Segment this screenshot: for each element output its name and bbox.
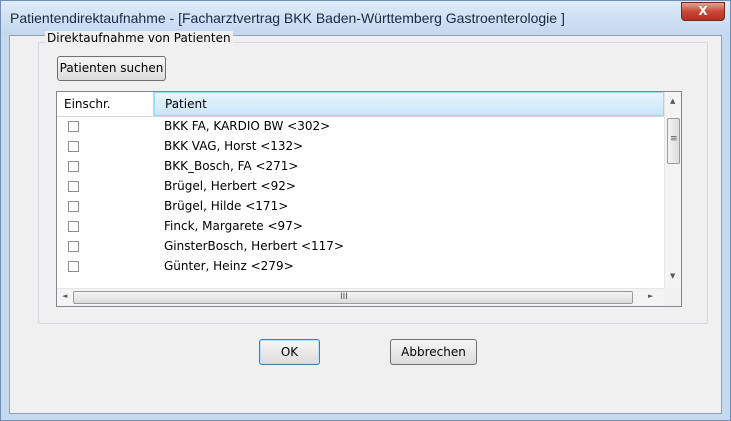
scrollbar-corner [664, 288, 681, 306]
horizontal-scroll-thumb[interactable]: III [73, 291, 633, 304]
grip-icon: ≡ [670, 134, 678, 144]
patient-list[interactable]: Einschr. Patient BKK FA, KARDIO BW <302>… [56, 91, 682, 307]
horizontal-scrollbar[interactable]: ◄ III ► [57, 288, 664, 306]
patient-name: Günter, Heinz <279> [164, 259, 294, 273]
window-title: Patientendirektaufnahme - [Facharztvertr… [10, 10, 565, 26]
search-patients-button[interactable]: Patienten suchen [57, 56, 166, 81]
restriction-checkbox[interactable] [68, 161, 79, 172]
restriction-checkbox[interactable] [68, 261, 79, 272]
column-header-patient[interactable]: Patient [154, 92, 664, 116]
patient-name: BKK VAG, Horst <132> [164, 139, 304, 153]
restriction-checkbox[interactable] [68, 141, 79, 152]
list-item[interactable]: BKK FA, KARDIO BW <302> [57, 117, 664, 137]
cancel-button[interactable]: Abbrechen [390, 339, 477, 365]
restriction-checkbox[interactable] [68, 121, 79, 132]
grip-icon: III [340, 292, 348, 302]
restriction-checkbox[interactable] [68, 241, 79, 252]
column-header-restriction[interactable]: Einschr. [57, 92, 154, 116]
restriction-checkbox[interactable] [68, 181, 79, 192]
scroll-right-icon[interactable]: ► [648, 292, 653, 300]
list-item[interactable]: BKK VAG, Horst <132> [57, 137, 664, 157]
ok-button[interactable]: OK [259, 339, 320, 365]
list-item[interactable]: Finck, Margarete <97> [57, 217, 664, 237]
group-label: Direktaufnahme von Patienten [45, 31, 233, 45]
scroll-down-icon[interactable]: ▼ [670, 272, 675, 280]
restriction-checkbox[interactable] [68, 201, 79, 212]
list-item[interactable]: GinsterBosch, Herbert <117> [57, 237, 664, 257]
list-header: Einschr. Patient [57, 92, 664, 117]
list-item[interactable]: Brügel, Herbert <92> [57, 177, 664, 197]
scroll-left-icon[interactable]: ◄ [62, 292, 67, 300]
list-item[interactable]: Günter, Heinz <279> [57, 257, 664, 277]
scroll-up-icon[interactable]: ▲ [670, 97, 675, 105]
patient-name: Finck, Margarete <97> [164, 219, 303, 233]
list-item[interactable]: Brügel, Hilde <171> [57, 197, 664, 217]
patient-name: Brügel, Herbert <92> [164, 179, 296, 193]
close-icon: X [698, 4, 708, 18]
close-button[interactable]: X [681, 2, 725, 21]
restriction-checkbox[interactable] [68, 221, 79, 232]
patient-name: Brügel, Hilde <171> [164, 199, 289, 213]
patient-name: BKK_Bosch, FA <271> [164, 159, 299, 173]
vertical-scroll-thumb[interactable]: ≡ [667, 118, 680, 164]
patient-name: BKK FA, KARDIO BW <302> [164, 119, 331, 133]
title-bar[interactable]: Patientendirektaufnahme - [Facharztvertr… [1, 1, 730, 35]
patient-name: GinsterBosch, Herbert <117> [164, 239, 344, 253]
list-item[interactable]: BKK_Bosch, FA <271> [57, 157, 664, 177]
vertical-scrollbar[interactable]: ▲ ≡ ▼ [664, 92, 681, 288]
dialog-window: Patientendirektaufnahme - [Facharztvertr… [0, 0, 731, 421]
